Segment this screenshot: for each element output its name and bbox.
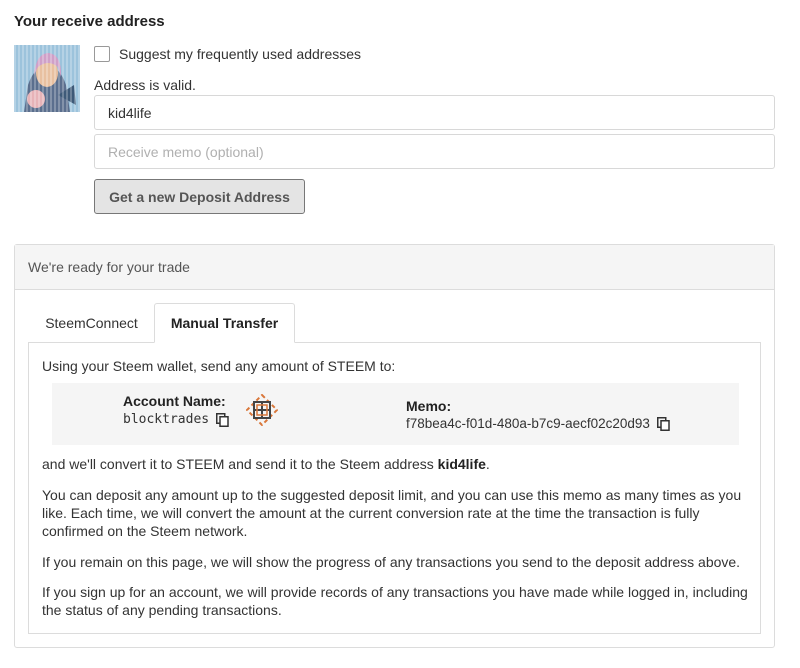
receive-address-input[interactable]: kid4life [94,95,775,130]
receive-address-value: kid4life [108,104,152,121]
progress-info-paragraph: If you remain on this page, we will show… [42,554,741,570]
account-name-label: Account Name: [123,393,226,409]
suggest-label: Suggest my frequently used addresses [119,46,362,62]
receive-memo-input[interactable]: Receive memo (optional) [94,134,775,169]
account-name-value: blocktrades [123,412,210,427]
page-title: Your receive address [14,13,165,30]
account-info-paragraph: If you sign up for an account, we will p… [42,584,748,618]
suggest-addresses-option[interactable]: Suggest my frequently used addresses [94,46,361,62]
get-deposit-address-button[interactable]: Get a new Deposit Address [94,179,305,214]
checkbox-icon[interactable] [94,46,110,62]
tab-manual-transfer[interactable]: Manual Transfer [154,303,295,343]
manual-transfer-content: Using your Steem wallet, send any amount… [28,342,761,634]
convert-suffix: . [485,456,490,472]
memo: f78bea4c-f01d-480a-b7c9-aecf02c20d93 [406,416,670,431]
receive-memo-placeholder: Receive memo (optional) [108,143,264,160]
convert-address: kid4life [437,456,486,472]
convert-prefix: and we'll convert it to STEEM and send i… [42,456,438,472]
convert-text: and we'll convert it to STEEM and send i… [42,455,752,473]
copy-icon[interactable] [656,416,670,431]
blocktrades-logo [245,393,279,427]
avatar [14,45,80,112]
address-valid-message: Address is valid. [94,77,196,93]
memo-label: Memo: [406,398,452,414]
panel-header: We're ready for your trade [15,245,774,290]
account-name: blocktrades [123,412,229,427]
memo-value: f78bea4c-f01d-480a-b7c9-aecf02c20d93 [406,416,650,431]
copy-icon[interactable] [216,412,229,427]
intro-text: Using your Steem wallet, send any amount… [42,358,396,374]
transfer-details-box: Account Name: blocktrades Memo: f78bea4c… [52,383,739,445]
deposit-info-paragraph: You can deposit any amount up to the sug… [42,487,742,539]
tab-steemconnect[interactable]: SteemConnect [29,303,154,343]
trade-panel: We're ready for your trade SteemConnect … [14,244,775,648]
